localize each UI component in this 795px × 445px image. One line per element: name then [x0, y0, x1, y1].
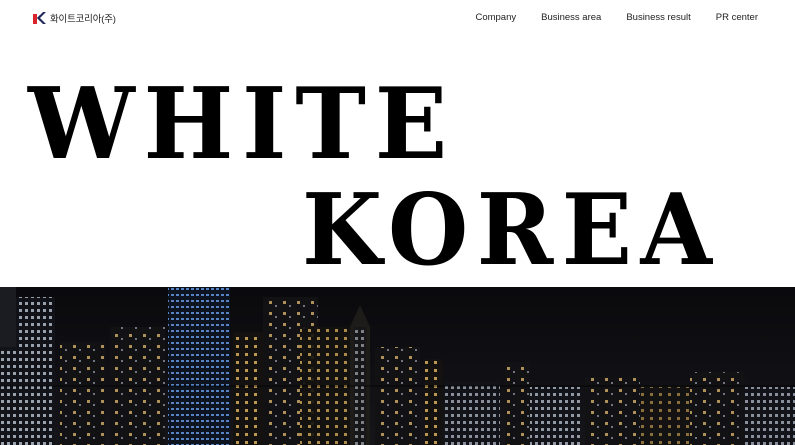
hero-title: WHITE KOREA: [0, 36, 795, 286]
nav-business-area[interactable]: Business area: [541, 12, 601, 23]
logo-text: 화이트코리아(주): [50, 14, 116, 25]
hero-title-line-1: WHITE: [28, 67, 456, 182]
night-city-skyline-image: [0, 287, 795, 445]
site-header: 화이트코리아(주) Company Business area Business…: [0, 0, 795, 36]
main-nav: Company Business area Business result PR…: [475, 12, 758, 23]
nav-pr-center[interactable]: PR center: [716, 12, 758, 23]
nav-company[interactable]: Company: [475, 12, 516, 23]
nav-business-result[interactable]: Business result: [626, 12, 690, 23]
logo[interactable]: 화이트코리아(주): [32, 11, 116, 25]
white-korea-logo-icon: [33, 12, 46, 24]
hero-title-line-2: KOREA: [302, 173, 721, 288]
